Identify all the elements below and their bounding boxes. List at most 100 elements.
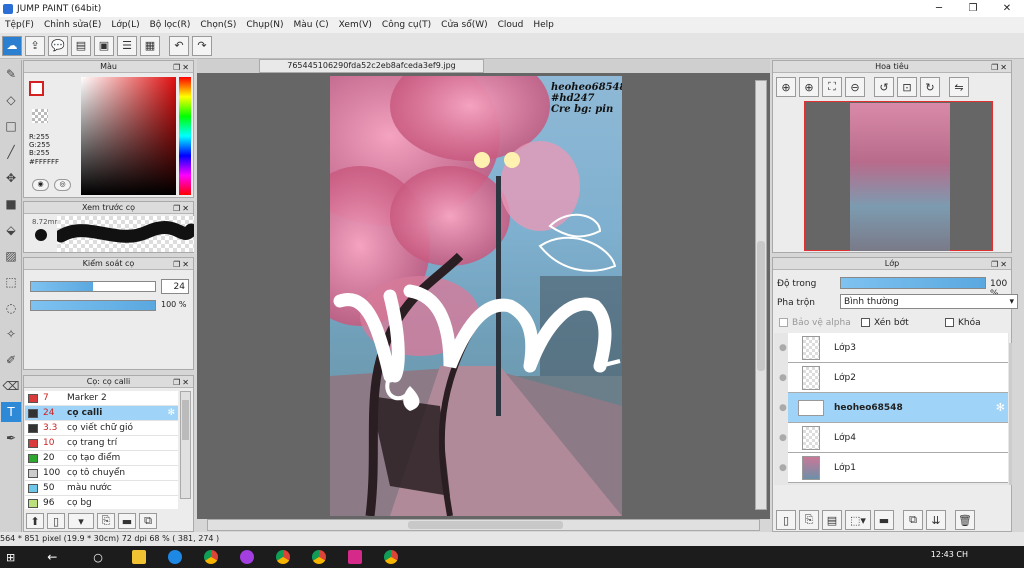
eraser-select-tool-icon[interactable]: ⌫ bbox=[1, 376, 21, 396]
menu-cloud[interactable]: Cloud bbox=[493, 20, 529, 30]
hue-slider[interactable] bbox=[179, 77, 191, 195]
transparent-swatch[interactable] bbox=[32, 109, 48, 123]
reset-view-icon[interactable]: ⊡ bbox=[897, 77, 917, 97]
duplicate-layer-icon[interactable]: ⧉ bbox=[903, 510, 923, 530]
redo-icon[interactable]: ↷ bbox=[192, 35, 212, 56]
rotate-right-icon[interactable]: ↻ bbox=[920, 77, 940, 97]
document-tab[interactable]: 765445106290fda52c2eb8afceda3ef9.jpg bbox=[259, 59, 484, 73]
brush-tool-icon[interactable]: ✎ bbox=[1, 64, 21, 84]
export-icon[interactable]: ⇪ bbox=[25, 35, 45, 56]
canvas-vertical-scrollbar[interactable] bbox=[755, 80, 767, 510]
zoom-fit-icon[interactable]: ⊕ bbox=[776, 77, 796, 97]
layer-settings-gear-icon[interactable]: ✻ bbox=[996, 401, 1005, 414]
undo-icon[interactable]: ↶ bbox=[169, 35, 189, 56]
brush-opacity-slider[interactable] bbox=[30, 300, 156, 311]
menu-tools[interactable]: Công cụ(T) bbox=[377, 20, 436, 30]
menu-view[interactable]: Xem(V) bbox=[334, 20, 377, 30]
layer-row[interactable]: ● Lớp3 bbox=[779, 333, 1008, 363]
zoom-out-icon[interactable]: ⊖ bbox=[845, 77, 865, 97]
layer-opacity-slider[interactable] bbox=[840, 277, 986, 289]
brush-menu-icon[interactable]: ▾ bbox=[68, 513, 94, 529]
visibility-icon[interactable]: ● bbox=[779, 373, 787, 383]
move-tool-icon[interactable]: ✥ bbox=[1, 168, 21, 188]
chrome-icon[interactable] bbox=[203, 550, 218, 564]
flip-icon[interactable]: ⇋ bbox=[949, 77, 969, 97]
layer-menu-icon[interactable]: ⬚▾ bbox=[845, 510, 871, 530]
brush-cloud-icon[interactable]: ⬆ bbox=[26, 513, 44, 529]
copy-brush-icon[interactable]: ⎘ bbox=[97, 513, 115, 529]
brush-folder-icon[interactable]: ▬ bbox=[118, 513, 136, 529]
brush-item[interactable]: 10 cọ trang trí bbox=[25, 436, 178, 451]
visibility-icon[interactable]: ● bbox=[779, 463, 787, 473]
brush-settings-gear-icon[interactable]: ✻ bbox=[167, 408, 175, 418]
minimize-button[interactable]: ─ bbox=[922, 0, 956, 17]
brush-size-slider[interactable] bbox=[30, 281, 156, 292]
brush-item-selected[interactable]: 24 cọ calli ✻ bbox=[25, 406, 178, 421]
chrome-profile-icon[interactable] bbox=[275, 550, 290, 564]
palette-button-icon[interactable]: ◎ bbox=[54, 179, 71, 191]
line-tool-icon[interactable]: ╱ bbox=[1, 142, 21, 162]
new-text-layer-icon[interactable]: ▤ bbox=[822, 510, 842, 530]
clip-checkbox[interactable]: Xén bớt bbox=[861, 318, 909, 328]
new-layer-icon[interactable]: ▯ bbox=[776, 510, 796, 530]
fit-window-icon[interactable]: ⛶ bbox=[822, 77, 842, 97]
message-icon[interactable]: ▤ bbox=[71, 35, 91, 56]
eyedropper-tool-icon[interactable]: ✒ bbox=[1, 428, 21, 448]
close-button[interactable]: ✕ bbox=[990, 0, 1024, 17]
rectangle-tool-icon[interactable]: □ bbox=[1, 116, 21, 136]
brush-item[interactable]: 7 Marker 2 bbox=[25, 391, 178, 406]
visibility-icon[interactable]: ● bbox=[779, 343, 787, 353]
brush-item[interactable]: 100 cọ tô chuyển bbox=[25, 466, 178, 481]
layer-list-scrollbar[interactable] bbox=[1009, 343, 1012, 485]
comment-icon[interactable]: 💬 bbox=[48, 35, 68, 56]
layer-row[interactable]: ● Lớp2 bbox=[779, 363, 1008, 393]
menu-help[interactable]: Help bbox=[528, 20, 559, 30]
menu-window[interactable]: Cửa sổ(W) bbox=[436, 20, 492, 30]
canvas-horizontal-scroll-thumb[interactable] bbox=[408, 521, 563, 529]
menu-capture[interactable]: Chụp(N) bbox=[241, 20, 288, 30]
new-brush-icon[interactable]: ▯ bbox=[47, 513, 65, 529]
menu-file[interactable]: Tệp(F) bbox=[0, 20, 39, 30]
eraser-tool-icon[interactable]: ◇ bbox=[1, 90, 21, 110]
taskbar-clock[interactable]: 12:43 CH bbox=[931, 550, 968, 559]
layer-row-selected[interactable]: ● heoheo68548 ✻ bbox=[779, 393, 1008, 423]
canvas-horizontal-scrollbar[interactable] bbox=[207, 519, 760, 531]
menu-edit[interactable]: Chỉnh sửa(E) bbox=[39, 20, 106, 30]
delete-layer-icon[interactable]: 🗑 bbox=[955, 510, 975, 530]
back-icon[interactable]: ← bbox=[47, 550, 57, 564]
blend-mode-select[interactable]: Bình thường ▾ bbox=[840, 294, 1018, 309]
artwork-canvas[interactable]: heoheo68548 #hd247 Cre bg: pin mơ bbox=[330, 76, 622, 516]
menu-select[interactable]: Chọn(S) bbox=[195, 20, 241, 30]
zoom-in-icon[interactable]: ⊕ bbox=[799, 77, 819, 97]
canvas-vertical-scroll-thumb[interactable] bbox=[757, 241, 765, 371]
brush-size-input[interactable]: 24 bbox=[161, 279, 189, 294]
text-tool-icon[interactable]: T bbox=[1, 402, 21, 422]
menu-filter[interactable]: Bộ lọc(R) bbox=[145, 20, 196, 30]
lasso-tool-icon[interactable]: ◌ bbox=[1, 298, 21, 318]
menu-layer[interactable]: Lớp(L) bbox=[106, 20, 144, 30]
fill-shape-tool-icon[interactable]: ■ bbox=[1, 194, 21, 214]
menu-color[interactable]: Màu (C) bbox=[289, 20, 334, 30]
windows-start-icon[interactable]: ⊞ bbox=[6, 551, 15, 564]
bucket-tool-icon[interactable]: ⬙ bbox=[1, 220, 21, 240]
brush-item[interactable]: 20 cọ tạo điểm bbox=[25, 451, 178, 466]
chrome-profile-2-icon[interactable] bbox=[311, 550, 326, 564]
jump-paint-taskbar-icon[interactable] bbox=[347, 550, 362, 564]
lock-checkbox[interactable]: Khóa bbox=[945, 318, 981, 328]
visibility-icon[interactable]: ● bbox=[779, 403, 787, 413]
rotate-left-icon[interactable]: ↺ bbox=[874, 77, 894, 97]
saturation-value-picker[interactable] bbox=[81, 77, 176, 195]
brush-list-scrollbar[interactable] bbox=[180, 391, 191, 499]
brush-item[interactable]: 50 màu nước bbox=[25, 481, 178, 496]
merge-layer-icon[interactable]: ⇊ bbox=[926, 510, 946, 530]
zalo-icon[interactable] bbox=[167, 550, 182, 564]
grid-icon[interactable]: ▦ bbox=[140, 35, 160, 56]
brush-item[interactable]: 3.3 cọ viết chữ gió bbox=[25, 421, 178, 436]
file-explorer-icon[interactable] bbox=[131, 550, 146, 564]
gradient-tool-icon[interactable]: ▨ bbox=[1, 246, 21, 266]
navigator-preview[interactable] bbox=[804, 101, 993, 251]
chrome-profile-3-icon[interactable] bbox=[383, 550, 398, 564]
layer-row[interactable]: ● Lớp4 bbox=[779, 423, 1008, 453]
layer-folder-icon[interactable]: ▬ bbox=[874, 510, 894, 530]
panel-icon[interactable]: ▣ bbox=[94, 35, 114, 56]
